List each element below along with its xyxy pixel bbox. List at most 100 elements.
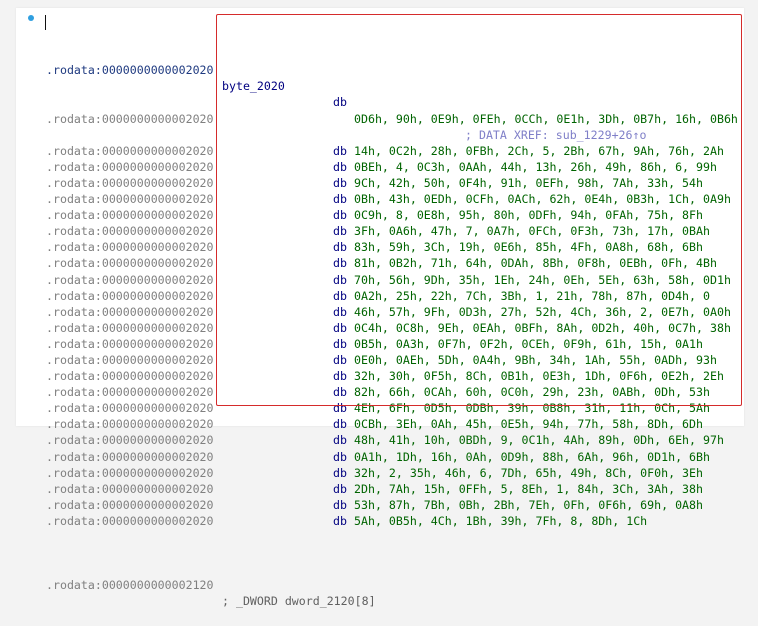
directive-db: db: [333, 481, 347, 496]
listing-row[interactable]: .rodata:0000000000002020 db 0Bh, 43h, 0EDh…: [46, 191, 746, 207]
byte-values: 0Bh, 43h, 0EDh, 0CFh, 0ACh, 62h, 0E4h, 0…: [354, 192, 731, 207]
address-label[interactable]: .rodata:0000000000002120: [46, 577, 214, 593]
symbol-label[interactable]: byte_2020: [222, 78, 285, 94]
directive-db: db: [333, 369, 347, 384]
byte-values: 0E0h, 0AEh, 5Dh, 0A4h, 9Bh, 34h, 1Ah, 55…: [354, 352, 717, 367]
directive-db: db: [333, 256, 347, 271]
address-label[interactable]: .rodata:0000000000002020: [46, 320, 214, 336]
byte-values: 2Dh, 7Ah, 15h, 0FFh, 5, 8Eh, 1, 84h, 3Ch…: [354, 481, 704, 496]
address-label[interactable]: .rodata:0000000000002020: [46, 465, 214, 481]
listing-row[interactable]: .rodata:0000000000002020 db 3Fh, 0A6h, 47h…: [46, 223, 746, 239]
directive-db: db: [333, 513, 347, 528]
byte-values: 81h, 0B2h, 71h, 64h, 0DAh, 8Bh, 0F8h, 0E…: [354, 256, 717, 271]
listing-row[interactable]: .rodata:0000000000002020 db 0C9h, 8, 0E8h,…: [46, 207, 746, 223]
listing-row[interactable]: .rodata:0000000000002020 db 4Eh, 6Fh, 0D5h…: [46, 400, 746, 416]
directive-db: db: [333, 417, 347, 432]
byte-values: 70h, 56h, 9Dh, 35h, 1Eh, 24h, 0Eh, 5Eh, …: [354, 272, 731, 287]
listing-row[interactable]: .rodata:0000000000002020 db 0C4h, 0C8h, 9E…: [46, 320, 746, 336]
address-label[interactable]: .rodata:0000000000002020: [46, 481, 214, 497]
byte-values: 9Ch, 42h, 50h, 0F4h, 91h, 0EFh, 98h, 7Ah…: [354, 175, 704, 190]
listing-row[interactable]: .rodata:0000000000002020 db 9Ch, 42h, 50h,…: [46, 175, 746, 191]
address-label[interactable]: .rodata:0000000000002020: [46, 239, 214, 255]
byte-values: 0A2h, 25h, 22h, 7Ch, 3Bh, 1, 21h, 78h, 8…: [354, 288, 710, 303]
address-label[interactable]: .rodata:0000000000002020: [46, 223, 214, 239]
xref-comment[interactable]: ; DATA XREF: sub_1229+26↑o: [465, 127, 646, 143]
byte-values: 53h, 87h, 7Bh, 0Bh, 2Bh, 7Eh, 0Fh, 0F6h,…: [354, 497, 704, 512]
directive-db: db: [333, 240, 347, 255]
listing-row-xref[interactable]: .rodata:0000000000002020 ; DATA XREF: su…: [46, 94, 746, 142]
byte-values: 0C9h, 8, 0E8h, 95h, 80h, 0DFh, 94h, 0FAh…: [354, 208, 704, 223]
address-label[interactable]: .rodata:0000000000002020: [46, 272, 214, 288]
disassembly-listing[interactable]: .rodata:0000000000002020 byte_2020 db 0D…: [46, 14, 746, 608]
address-label[interactable]: .rodata:0000000000002020: [46, 191, 214, 207]
byte-values: 83h, 59h, 3Ch, 19h, 0E6h, 85h, 4Fh, 0A8h…: [354, 240, 704, 255]
byte-values: 14h, 0C2h, 28h, 0FBh, 2Ch, 5, 2Bh, 67h, …: [354, 143, 724, 158]
breakpoint-dot-icon[interactable]: [28, 15, 34, 21]
address-label[interactable]: .rodata:0000000000002020: [46, 513, 214, 529]
address-label[interactable]: .rodata:0000000000002020: [46, 449, 214, 465]
directive-db: db: [333, 224, 347, 239]
directive-db: db: [333, 159, 347, 174]
address-label[interactable]: .rodata:0000000000002020: [46, 304, 214, 320]
address-label[interactable]: .rodata:0000000000002020: [46, 207, 214, 223]
byte-values: 0CBh, 3Eh, 0Ah, 45h, 0E5h, 94h, 77h, 58h…: [354, 417, 704, 432]
listing-row-dword[interactable]: .rodata:0000000000002120 ; _DWORD dword_…: [46, 561, 746, 608]
byte-values: 46h, 57h, 9Fh, 0D3h, 27h, 52h, 4Ch, 36h,…: [354, 304, 731, 319]
listing-row[interactable]: .rodata:0000000000002020 db 81h, 0B2h, 71h…: [46, 255, 746, 271]
listing-row[interactable]: .rodata:0000000000002020 db 5Ah, 0B5h, 4Ch…: [46, 513, 746, 529]
listing-row[interactable]: .rodata:0000000000002020 db 53h, 87h, 7Bh,…: [46, 497, 746, 513]
address-label[interactable]: .rodata:0000000000002020: [46, 288, 214, 304]
listing-row[interactable]: .rodata:0000000000002020 db 2Dh, 7Ah, 15h,…: [46, 481, 746, 497]
listing-row[interactable]: .rodata:0000000000002020 db 0A1h, 1Dh, 16h…: [46, 449, 746, 465]
byte-values: 32h, 2, 35h, 46h, 6, 7Dh, 65h, 49h, 8Ch,…: [354, 465, 704, 480]
directive-db: db: [333, 175, 347, 190]
address-label[interactable]: .rodata:0000000000002020: [46, 368, 214, 384]
address-label[interactable]: .rodata:0000000000002020: [46, 159, 214, 175]
directive-db: db: [333, 497, 347, 512]
address-label[interactable]: .rodata:0000000000002020: [46, 416, 214, 432]
byte-values: 0BEh, 4, 0C3h, 0AAh, 44h, 13h, 26h, 49h,…: [354, 159, 717, 174]
directive-db: db: [333, 352, 347, 367]
byte-values: 82h, 66h, 0CAh, 60h, 0C0h, 29h, 23h, 0AB…: [354, 385, 710, 400]
directive-db: db: [333, 385, 347, 400]
byte-values: 4Eh, 6Fh, 0D5h, 0DBh, 39h, 0B8h, 31h, 11…: [354, 401, 710, 416]
address-label[interactable]: .rodata:0000000000002020: [46, 384, 214, 400]
dword-comment: ; _DWORD dword_2120[8]: [222, 594, 376, 609]
directive-db: db: [333, 288, 347, 303]
listing-row-current[interactable]: .rodata:0000000000002020 byte_2020 db 0D…: [46, 46, 746, 125]
address-label[interactable]: .rodata:0000000000002020: [46, 62, 214, 78]
address-label[interactable]: .rodata:0000000000002020: [46, 352, 214, 368]
address-label[interactable]: .rodata:0000000000002020: [46, 143, 214, 159]
address-label[interactable]: .rodata:0000000000002020: [46, 111, 214, 127]
listing-row[interactable]: .rodata:0000000000002020 db 46h, 57h, 9Fh,…: [46, 304, 746, 320]
listing-row[interactable]: .rodata:0000000000002020 db 82h, 66h, 0CAh…: [46, 384, 746, 400]
listing-row[interactable]: .rodata:0000000000002020 db 0E0h, 0AEh, 5D…: [46, 352, 746, 368]
listing-row[interactable]: .rodata:0000000000002020 db 0BEh, 4, 0C3h,…: [46, 159, 746, 175]
listing-row[interactable]: .rodata:0000000000002020 db 14h, 0C2h, 28h…: [46, 143, 746, 159]
listing-row[interactable]: .rodata:0000000000002020 db 83h, 59h, 3Ch,…: [46, 239, 746, 255]
directive-db: db: [333, 143, 347, 158]
address-label[interactable]: .rodata:0000000000002020: [46, 497, 214, 513]
byte-values: 0A1h, 1Dh, 16h, 0Ah, 0D9h, 88h, 6Ah, 96h…: [354, 449, 710, 464]
address-label[interactable]: .rodata:0000000000002020: [46, 336, 214, 352]
listing-row[interactable]: .rodata:0000000000002020 db 0CBh, 3Eh, 0Ah…: [46, 416, 746, 432]
listing-row[interactable]: .rodata:0000000000002020 db 0B5h, 0A3h, 0F…: [46, 336, 746, 352]
listing-row[interactable]: .rodata:0000000000002020 db 0A2h, 25h, 22h…: [46, 288, 746, 304]
listing-row[interactable]: .rodata:0000000000002020 db 32h, 30h, 0F5h…: [46, 368, 746, 384]
listing-row[interactable]: .rodata:0000000000002020 db 32h, 2, 35h, 4…: [46, 465, 746, 481]
address-label[interactable]: .rodata:0000000000002020: [46, 255, 214, 271]
byte-values: 5Ah, 0B5h, 4Ch, 1Bh, 39h, 7Fh, 8, 8Dh, 1…: [354, 513, 648, 528]
directive-db: db: [333, 304, 347, 319]
address-label[interactable]: .rodata:0000000000002020: [46, 175, 214, 191]
directive-db: db: [333, 208, 347, 223]
directive-db: db: [333, 192, 347, 207]
byte-rows: .rodata:0000000000002020 db 14h, 0C2h, 28h…: [46, 143, 746, 529]
directive-db: db: [333, 320, 347, 335]
directive-db: db: [333, 336, 347, 351]
listing-row[interactable]: .rodata:0000000000002020 db 70h, 56h, 9Dh,…: [46, 272, 746, 288]
address-label[interactable]: .rodata:0000000000002020: [46, 400, 214, 416]
byte-values: 0D6h, 90h, 0E9h, 0FEh, 0CCh, 0E1h, 3Dh, …: [354, 111, 738, 126]
directive-db: db: [333, 465, 347, 480]
byte-values: 32h, 30h, 0F5h, 8Ch, 0B1h, 0E3h, 1Dh, 0F…: [354, 369, 724, 384]
directive-db: db: [333, 449, 347, 464]
